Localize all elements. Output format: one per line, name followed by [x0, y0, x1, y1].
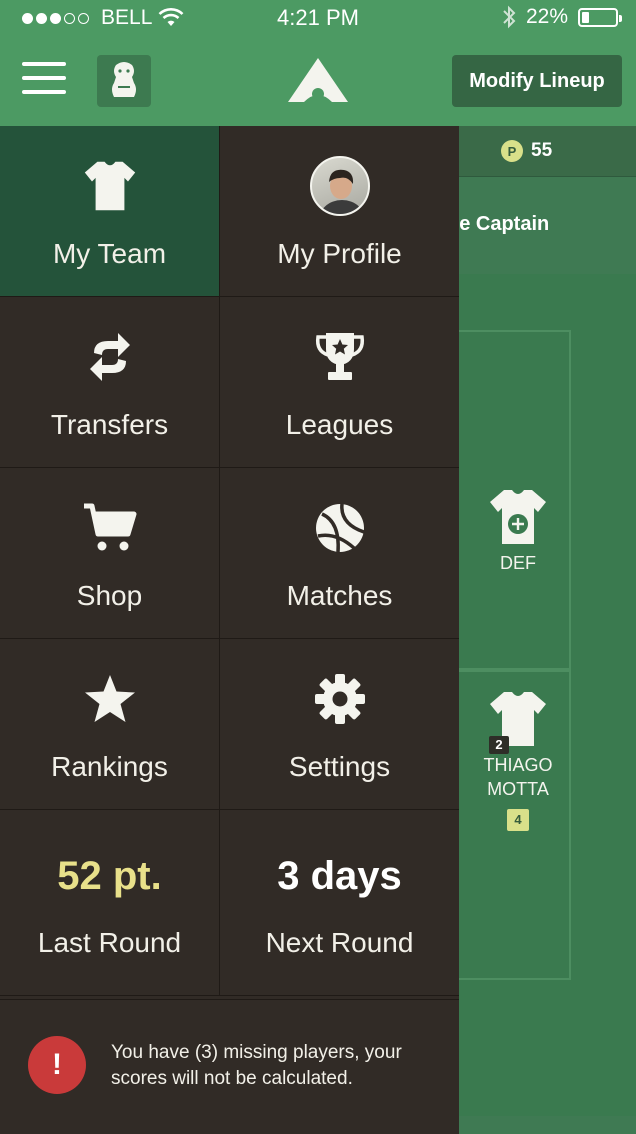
- battery-percent: 22%: [525, 5, 568, 28]
- shirt-icon: [84, 161, 135, 211]
- slot-position-label: DEF: [500, 553, 536, 573]
- ball-icon: [315, 503, 365, 553]
- points-coin-icon: P: [501, 140, 523, 162]
- status-right: 22%: [502, 5, 622, 29]
- player-slot[interactable]: 2 THIAGO MOTTA 4: [459, 690, 577, 831]
- last-round-stat: 52 pt. Last Round: [0, 810, 220, 996]
- menu-item-label: Matches: [286, 580, 393, 611]
- avatar: [309, 156, 370, 216]
- next-round-stat: 3 days Next Round: [220, 810, 459, 996]
- next-round-value: 3 days: [277, 854, 402, 898]
- next-round-label: Next Round: [265, 927, 414, 958]
- empty-def-slot[interactable]: DEF: [459, 488, 577, 575]
- navigation-drawer: My Team My Profile Transfers Leagues Sho…: [0, 126, 459, 1134]
- swap-icon: [89, 333, 130, 381]
- menu-item-label: Settings: [288, 751, 391, 782]
- menu-item-matches[interactable]: Matches: [220, 468, 459, 639]
- menu-item-label: My Team: [52, 238, 167, 269]
- player-name-first: THIAGO: [483, 755, 553, 775]
- battery-icon: [578, 7, 622, 27]
- warning-icon: !: [28, 1036, 86, 1094]
- gear-icon: [314, 674, 365, 724]
- missing-players-alert[interactable]: ! You have (3) missing players, your sco…: [0, 999, 459, 1134]
- menu-item-label: Shop: [76, 580, 143, 611]
- pitch-footer: [459, 1116, 636, 1134]
- menu-item-my-team[interactable]: My Team: [0, 126, 220, 297]
- player-number-badge: 2: [489, 736, 509, 754]
- star-icon: [84, 675, 135, 722]
- menu-item-label: Rankings: [51, 751, 168, 782]
- app-header: BELL 4:21 PM 22% Modify Lineup: [0, 0, 636, 126]
- menu-toggle-button[interactable]: [22, 62, 66, 96]
- player-name-last: MOTTA: [487, 779, 549, 799]
- league-logo-icon[interactable]: [97, 55, 151, 107]
- alert-message: You have (3) missing players, your score…: [111, 1042, 402, 1089]
- modify-lineup-button[interactable]: Modify Lineup: [452, 55, 622, 107]
- points-value: 55: [531, 140, 553, 161]
- pitch: DEF 2 THIAGO MOTTA 4: [459, 274, 636, 1134]
- menu-item-my-profile[interactable]: My Profile: [220, 126, 459, 297]
- cart-icon: [83, 503, 136, 551]
- menu-item-label: Leagues: [285, 409, 394, 440]
- team-page-background: P 55 Change Captain DEF 2 THIAGO MOTTA 4: [397, 126, 636, 1134]
- status-bar: BELL 4:21 PM 22%: [0, 0, 636, 38]
- app-logo-icon: [288, 58, 348, 102]
- points-display: P 55: [459, 126, 636, 176]
- menu-item-shop[interactable]: Shop: [0, 468, 220, 639]
- menu-item-label: Transfers: [50, 409, 169, 440]
- bluetooth-icon: [503, 5, 516, 29]
- menu-item-leagues[interactable]: Leagues: [220, 297, 459, 468]
- menu-item-transfers[interactable]: Transfers: [0, 297, 220, 468]
- add-player-shirt-icon: [490, 490, 546, 544]
- change-captain-button[interactable]: Change Captain: [397, 176, 636, 274]
- player-score-badge: 4: [507, 809, 529, 831]
- trophy-icon: [315, 333, 364, 380]
- menu-item-label: My Profile: [277, 238, 402, 269]
- last-round-label: Last Round: [37, 927, 182, 958]
- menu-item-rankings[interactable]: Rankings: [0, 639, 220, 810]
- last-round-value: 52 pt.: [57, 854, 162, 898]
- menu-item-settings[interactable]: Settings: [220, 639, 459, 810]
